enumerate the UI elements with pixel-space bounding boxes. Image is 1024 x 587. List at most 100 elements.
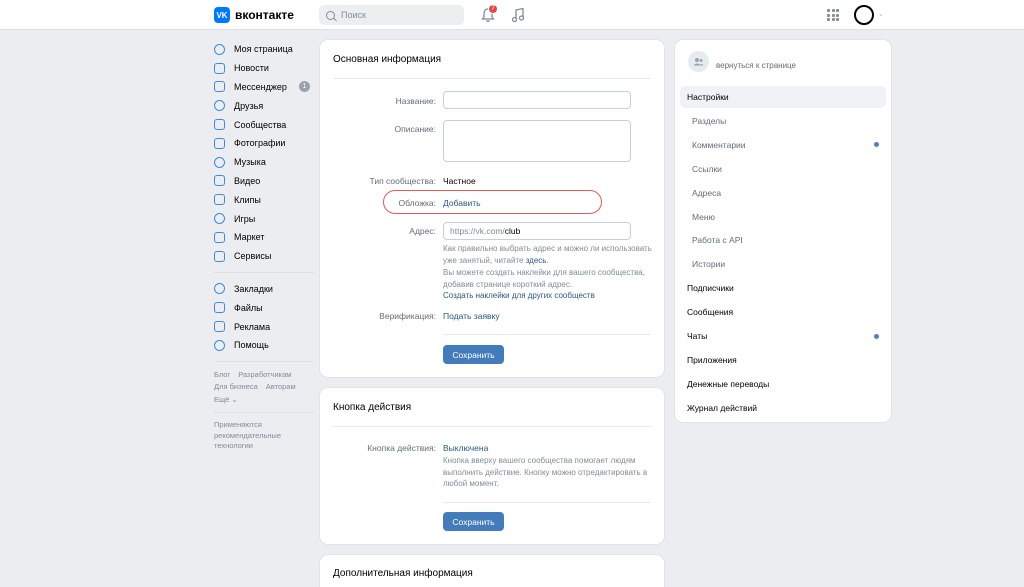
settings-nav-label: Разделы xyxy=(692,115,727,126)
settings-nav-item-1[interactable]: Настройки xyxy=(680,86,886,108)
footer-link-blog[interactable]: Блог xyxy=(214,370,230,379)
music-note-icon[interactable] xyxy=(511,7,525,23)
avatar[interactable] xyxy=(854,5,874,25)
sidebar-item-2-nav-group-2[interactable]: Файлы xyxy=(214,298,314,317)
sidebar-item-5-nav-group-1[interactable]: Сообщества xyxy=(214,115,314,134)
footer-links: Блог Разработчикам Для бизнеса Авторам Ещё… xyxy=(214,369,314,407)
settings-nav-item-4[interactable]: Ссылки xyxy=(675,158,891,180)
apps-grid-icon[interactable] xyxy=(827,9,839,21)
settings-nav-item-12[interactable]: Приложения xyxy=(675,349,891,371)
create-stickers-link[interactable]: Создать наклейки для других сообществ xyxy=(443,291,595,300)
search-input[interactable] xyxy=(341,10,451,20)
divider xyxy=(443,502,651,503)
search-icon xyxy=(326,10,335,20)
save-button[interactable]: Сохранить xyxy=(443,345,504,364)
settings-nav-item-5[interactable]: Адреса xyxy=(675,182,891,204)
sidebar-item-11-nav-group-1[interactable]: Маркет xyxy=(214,228,314,247)
sidebar-item-10-nav-group-1[interactable]: Игры xyxy=(214,209,314,228)
action-button-label: Кнопка действия: xyxy=(367,443,436,453)
back-to-page[interactable]: вернуться к странице xyxy=(688,51,796,72)
settings-nav-item-6[interactable]: Меню xyxy=(675,206,891,228)
services-icon xyxy=(214,250,225,262)
sidebar-item-1-nav-group-1[interactable]: Моя страница xyxy=(214,40,314,59)
settings-nav-item-13[interactable]: Денежные переводы xyxy=(675,373,891,395)
settings-nav-label: Сообщения xyxy=(687,307,734,318)
card-title: Основная информация xyxy=(333,54,442,65)
notification-dot-icon xyxy=(874,142,879,148)
communities-icon xyxy=(214,119,225,131)
chevron-down-icon[interactable]: ⌄ xyxy=(878,10,884,18)
divider xyxy=(333,426,651,427)
vk-logo-icon: VK xyxy=(214,7,230,23)
footer-link-authors[interactable]: Авторам xyxy=(266,382,296,391)
sidebar-item-9-nav-group-1[interactable]: Клипы xyxy=(214,190,314,209)
market-icon xyxy=(214,231,225,243)
file-icon xyxy=(214,302,225,314)
settings-nav-item-2[interactable]: Разделы xyxy=(675,110,891,132)
settings-nav-item-11[interactable]: Чаты xyxy=(675,325,891,347)
settings-nav-label: Приложения xyxy=(687,354,737,365)
unread-count-badge: 1 xyxy=(299,81,310,93)
footer-link-developers[interactable]: Разработчикам xyxy=(238,370,291,379)
divider xyxy=(333,78,651,79)
type-value[interactable]: Частное xyxy=(443,176,476,186)
sidebar-item-3-nav-group-1[interactable]: Мессенджер 1 xyxy=(214,78,314,97)
notification-dot-icon xyxy=(874,333,879,339)
sidebar-item-4-nav-group-1[interactable]: Друзья xyxy=(214,96,314,115)
sidebar-item-6-nav-group-1[interactable]: Фотографии xyxy=(214,134,314,153)
sidebar-item-label: Мессенджер xyxy=(234,81,287,92)
settings-nav-item-7[interactable]: Работа с API xyxy=(675,229,891,251)
sidebar-item-label: Реклама xyxy=(234,321,271,332)
news-icon xyxy=(214,62,225,74)
action-button-value[interactable]: Выключена xyxy=(443,443,488,453)
sidebar-item-12-nav-group-1[interactable]: Сервисы xyxy=(214,247,314,266)
clips-icon xyxy=(214,194,225,206)
verification-link[interactable]: Подать заявку xyxy=(443,311,500,321)
sidebar-item-label: Музыка xyxy=(234,157,266,168)
sidebar-item-7-nav-group-1[interactable]: Музыка xyxy=(214,153,314,172)
sidebar-item-label: Клипы xyxy=(234,194,261,205)
ads-icon xyxy=(214,321,225,333)
settings-nav-label: Настройки xyxy=(687,92,729,102)
message-icon xyxy=(214,81,225,93)
stickers-hint: Вы можете создать наклейки для вашего со… xyxy=(443,268,645,289)
save-button[interactable]: Сохранить xyxy=(443,512,504,531)
settings-nav-item-9[interactable]: Подписчики xyxy=(675,277,891,299)
address-label: Адрес: xyxy=(409,226,436,236)
sidebar-item-8-nav-group-1[interactable]: Видео xyxy=(214,172,314,191)
address-hint-link[interactable]: здесь xyxy=(526,256,547,265)
sidebar-item-label: Сообщества xyxy=(234,119,287,130)
extra-info-card: Дополнительная информация xyxy=(320,555,664,587)
sidebar-item-3-nav-group-2[interactable]: Реклама xyxy=(214,317,314,336)
name-field[interactable] xyxy=(443,91,631,109)
sidebar-item-2-nav-group-1[interactable]: Новости xyxy=(214,59,314,78)
footer-link-business[interactable]: Для бизнеса xyxy=(214,382,258,391)
search-box[interactable] xyxy=(319,5,464,25)
settings-nav-label: Подписчики xyxy=(687,283,734,294)
recommendation-note[interactable]: Применяются рекомендательные технологии xyxy=(214,420,294,452)
sidebar-item-1-nav-group-2[interactable]: Закладки xyxy=(214,280,314,299)
sidebar-item-label: Помощь xyxy=(234,340,269,351)
sidebar-item-label: Закладки xyxy=(234,283,273,294)
sidebar-item-4-nav-group-2[interactable]: Помощь xyxy=(214,336,314,355)
music-icon xyxy=(214,156,225,168)
settings-nav-label: Истории xyxy=(692,259,726,270)
top-header: VK вконтакте 7 ⌄ xyxy=(0,0,1024,30)
sidebar-item-label: Сервисы xyxy=(234,251,272,262)
address-field[interactable]: https://vk.com/club xyxy=(443,222,631,240)
settings-nav-label: Денежные переводы xyxy=(687,378,770,389)
cover-add-link[interactable]: Добавить xyxy=(443,198,481,208)
settings-nav-item-8[interactable]: Истории xyxy=(675,253,891,275)
description-field[interactable] xyxy=(443,120,631,162)
settings-nav-item-14[interactable]: Журнал действий xyxy=(675,397,891,419)
description-label: Описание: xyxy=(394,124,436,134)
group-icon xyxy=(693,58,704,66)
footer-link-more[interactable]: Ещё ⌄ xyxy=(214,395,238,404)
vk-logo[interactable]: VK вконтакте xyxy=(214,7,294,23)
divider xyxy=(214,360,314,362)
action-button-card: Кнопка действия Кнопка действия: Выключе… xyxy=(320,388,664,544)
settings-nav-item-3[interactable]: Комментарии xyxy=(675,134,891,156)
action-button-hint: Кнопка вверху вашего сообщества помогает… xyxy=(443,456,648,488)
settings-nav-item-10[interactable]: Сообщения xyxy=(675,301,891,323)
back-label: вернуться к странице xyxy=(716,61,796,70)
